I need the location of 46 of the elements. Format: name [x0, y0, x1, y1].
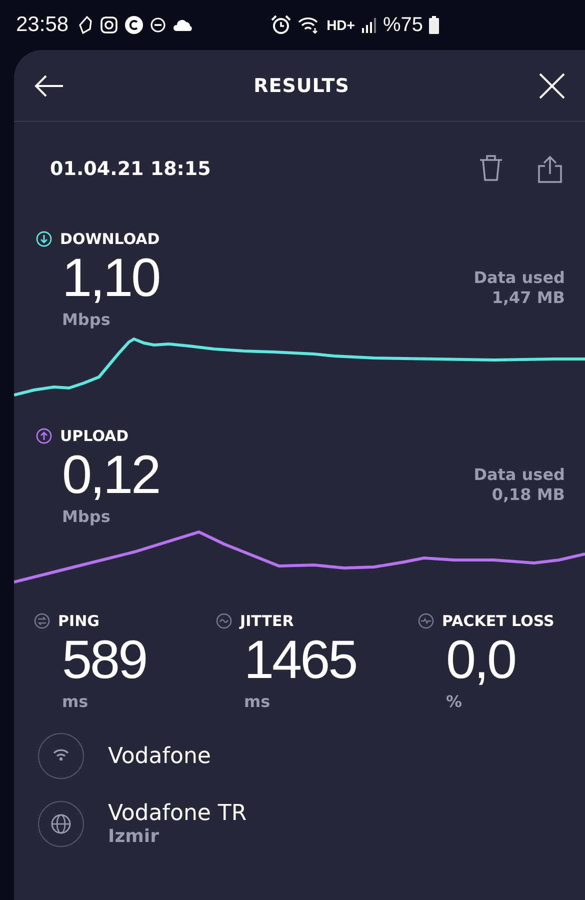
- provider-name: Vodafone: [108, 744, 211, 768]
- back-button[interactable]: [34, 74, 64, 98]
- share-button[interactable]: [537, 155, 563, 183]
- trash-icon: [479, 155, 503, 181]
- minus-circle-icon: [150, 17, 166, 33]
- ping-icon: [34, 613, 50, 629]
- stat-unit: %: [445, 692, 464, 711]
- circle-c-icon: [124, 16, 143, 34]
- signal-icon: [360, 17, 377, 33]
- close-icon: [538, 72, 565, 98]
- stat-value: 589: [61, 630, 148, 690]
- close-button[interactable]: [538, 72, 565, 98]
- speed-unit: Mbps: [61, 507, 112, 526]
- speed-label: DOWNLOAD: [60, 230, 160, 248]
- data-used-value: 0,18 MB: [492, 485, 565, 505]
- network-type: HD+: [326, 17, 355, 33]
- battery-icon: [429, 16, 439, 34]
- data-used-value: 1,47 MB: [492, 288, 565, 308]
- stat-unit: ms: [243, 692, 272, 711]
- camera-icon: [100, 16, 118, 34]
- speed-value: 0,12: [62, 445, 160, 505]
- share-icon: [537, 155, 563, 183]
- speed-label: UPLOAD: [60, 427, 129, 445]
- stat-value: 1465: [243, 630, 358, 690]
- data-used-label: Data used: [474, 268, 565, 288]
- delete-button[interactable]: [479, 155, 503, 183]
- back-arrow-icon: [34, 74, 64, 98]
- stat-unit: ms: [61, 692, 90, 711]
- screen-title: RESULTS: [254, 74, 350, 96]
- speed-value: 1,10: [62, 248, 160, 308]
- pulse-icon: [418, 613, 434, 629]
- stat-label: JITTER: [240, 612, 294, 630]
- stat-value: 0,0: [445, 630, 516, 690]
- wave-icon: [216, 613, 232, 629]
- stat-label: PACKET LOSS: [442, 612, 554, 630]
- speed-unit: Mbps: [61, 310, 112, 329]
- provider-name: Vodafone TR: [108, 801, 247, 826]
- cloud-icon: [172, 19, 193, 31]
- stat-label: PING: [58, 612, 100, 630]
- clock-time: 23:58: [16, 13, 69, 37]
- test-date: 01.04.21 18:15: [50, 158, 212, 180]
- data-used-label: Data used: [474, 465, 565, 485]
- battery-percent: %75: [382, 14, 423, 36]
- globe-icon: [50, 813, 72, 835]
- server-location: Izmir: [108, 826, 160, 847]
- alarm-icon: [270, 15, 291, 35]
